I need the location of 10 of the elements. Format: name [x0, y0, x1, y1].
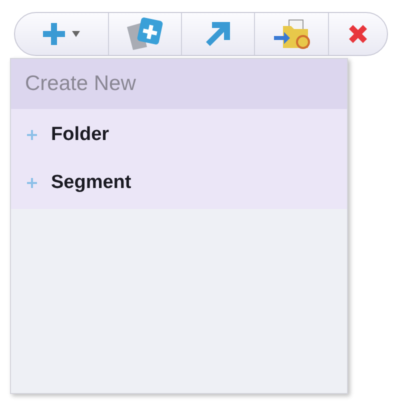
folder-icon	[272, 18, 311, 50]
plus-icon	[27, 178, 37, 188]
arrow-icon	[204, 20, 232, 48]
plus-icon	[27, 130, 37, 140]
plus-icon	[42, 22, 66, 46]
menu-item[interactable]: Folder	[11, 111, 347, 159]
menu-header: Create New	[25, 71, 136, 98]
card-plus-icon	[124, 17, 165, 51]
caret-icon	[72, 31, 80, 37]
menu-item[interactable]: Segment	[11, 159, 347, 207]
